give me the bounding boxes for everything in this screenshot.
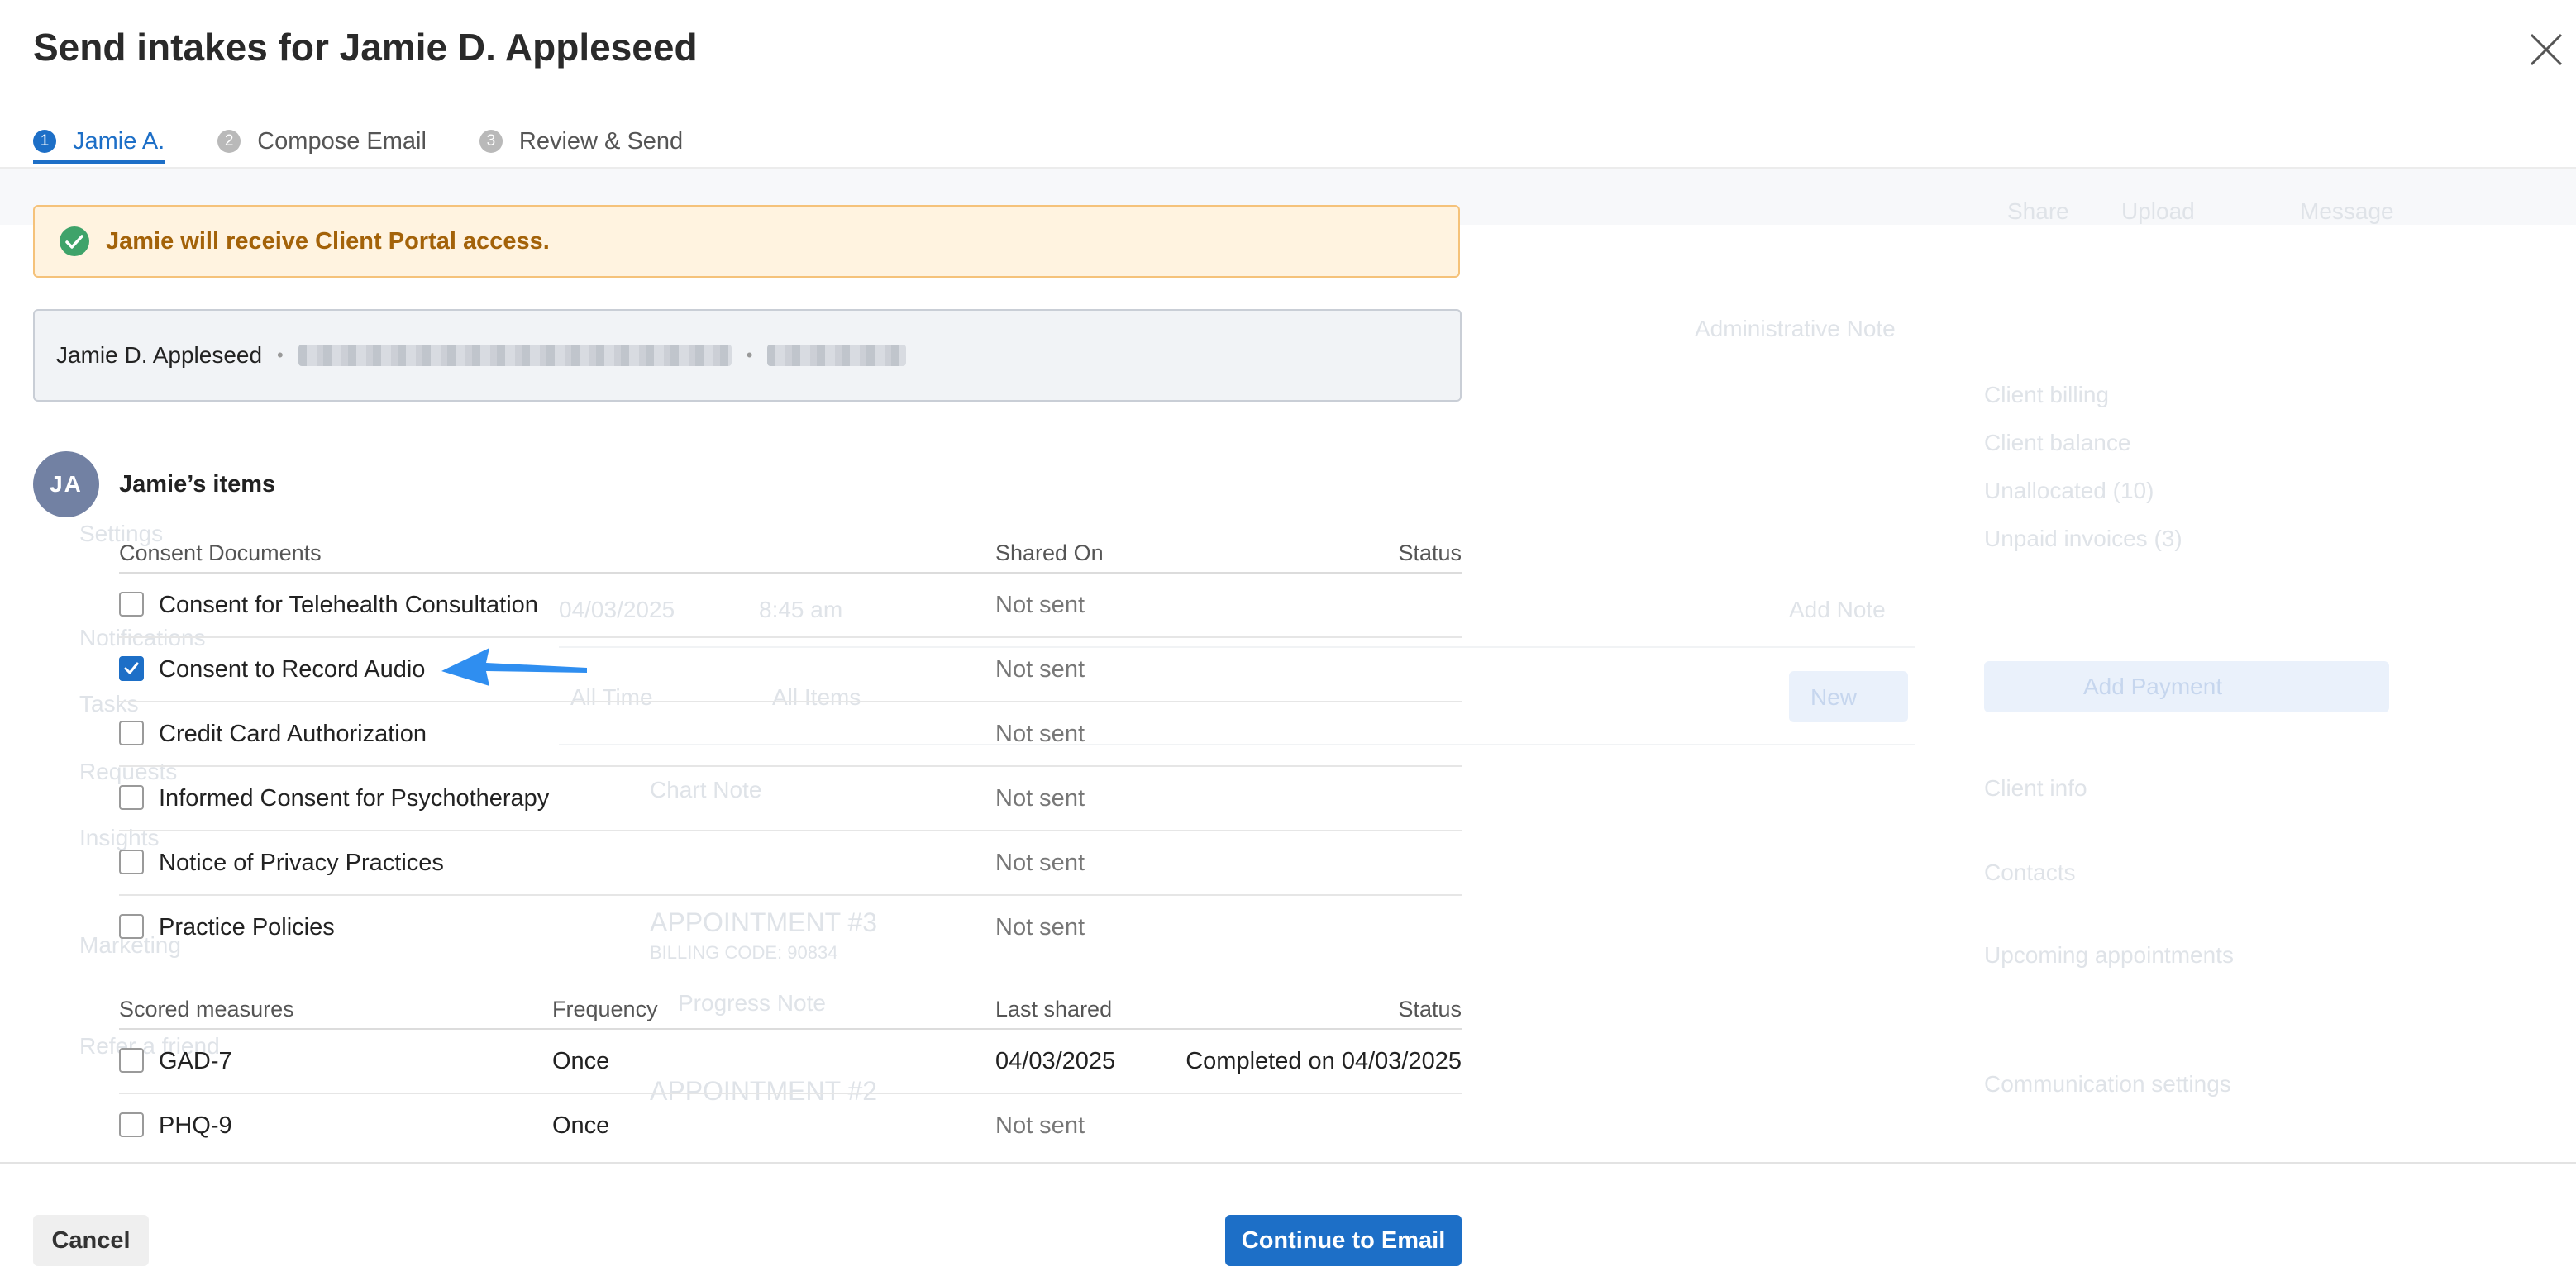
- item-label: Consent to Record Audio: [159, 656, 426, 683]
- checkbox[interactable]: [119, 1112, 144, 1137]
- frequency: Once: [552, 1112, 610, 1139]
- separator-dot: •: [746, 345, 753, 365]
- close-icon[interactable]: [2523, 26, 2569, 73]
- modal-title: Send intakes for Jamie D. Appleseed: [33, 26, 698, 69]
- footer-divider: [0, 1162, 2576, 1164]
- portal-access-alert: Jamie will receive Client Portal access.: [33, 205, 1460, 278]
- shared-on: Not sent: [995, 914, 1085, 941]
- avatar: JA: [33, 451, 99, 517]
- checkbox[interactable]: [119, 914, 144, 939]
- table-row[interactable]: Consent for Telehealth Consultation Not …: [119, 574, 1462, 638]
- items-title: Jamie’s items: [119, 471, 276, 498]
- checkbox[interactable]: [119, 592, 144, 617]
- shared-on: Not sent: [995, 592, 1085, 618]
- step-client[interactable]: 1 Jamie A.: [33, 122, 165, 164]
- redacted-email: [298, 345, 732, 366]
- checkbox[interactable]: [119, 850, 144, 874]
- table-row[interactable]: PHQ-9 Once Not sent: [119, 1094, 1462, 1157]
- step-label: Compose Email: [257, 127, 427, 155]
- table-row[interactable]: Credit Card Authorization Not sent: [119, 702, 1462, 767]
- table-row[interactable]: Consent to Record Audio Not sent: [119, 638, 1462, 702]
- check-circle-icon: [60, 226, 89, 256]
- checkbox[interactable]: [119, 785, 144, 810]
- step-number: 3: [479, 130, 503, 153]
- item-label: Notice of Privacy Practices: [159, 850, 444, 876]
- header-status: Status: [1398, 540, 1462, 565]
- checkbox[interactable]: [119, 656, 144, 681]
- last-shared: Not sent: [995, 1112, 1085, 1139]
- separator-dot: •: [277, 345, 284, 365]
- step-compose-email[interactable]: 2 Compose Email: [217, 122, 427, 160]
- shared-on: Not sent: [995, 850, 1085, 876]
- header-scored-measures: Scored measures: [119, 997, 294, 1021]
- stepper: 1 Jamie A. 2 Compose Email 3 Review & Se…: [33, 122, 736, 167]
- shared-on: Not sent: [995, 656, 1085, 683]
- client-summary: Jamie D. Appleseed • •: [33, 309, 1462, 402]
- alert-text: Jamie will receive Client Portal access.: [106, 227, 550, 255]
- shared-on: Not sent: [995, 721, 1085, 747]
- step-review-send[interactable]: 3 Review & Send: [479, 122, 683, 160]
- table-row[interactable]: Notice of Privacy Practices Not sent: [119, 831, 1462, 896]
- header-consent-documents: Consent Documents: [119, 540, 322, 565]
- step-number: 2: [217, 130, 241, 153]
- checkbox[interactable]: [119, 721, 144, 745]
- consent-documents-table: Consent Documents Shared On Status Conse…: [119, 537, 1462, 959]
- redacted-phone: [767, 345, 907, 366]
- status: Completed on 04/03/2025: [1185, 1048, 1462, 1074]
- table-header: Scored measures Frequency Last shared St…: [119, 993, 1462, 1030]
- item-label: PHQ-9: [159, 1112, 232, 1139]
- step-number: 1: [33, 130, 56, 153]
- cancel-button[interactable]: Cancel: [33, 1215, 149, 1266]
- header-shared-on: Shared On: [995, 540, 1104, 565]
- table-row[interactable]: GAD-7 Once 04/03/2025 Completed on 04/03…: [119, 1030, 1462, 1094]
- header-frequency: Frequency: [552, 997, 658, 1021]
- header-last-shared: Last shared: [995, 997, 1113, 1021]
- table-row[interactable]: Practice Policies Not sent: [119, 896, 1462, 959]
- item-label: Consent for Telehealth Consultation: [159, 592, 538, 618]
- step-label: Review & Send: [518, 127, 684, 155]
- step-label: Jamie A.: [73, 127, 165, 155]
- checkbox[interactable]: [119, 1048, 144, 1073]
- table-header: Consent Documents Shared On Status: [119, 537, 1462, 574]
- item-label: Informed Consent for Psychotherapy: [159, 785, 550, 812]
- header-status: Status: [1398, 997, 1462, 1021]
- table-row[interactable]: Informed Consent for Psychotherapy Not s…: [119, 767, 1462, 831]
- last-shared: 04/03/2025: [995, 1048, 1116, 1074]
- send-intakes-modal: Send intakes for Jamie D. Appleseed 1 Ja…: [0, 0, 2576, 1281]
- frequency: Once: [552, 1048, 610, 1074]
- item-label: Practice Policies: [159, 914, 335, 941]
- item-label: GAD-7: [159, 1048, 232, 1074]
- scored-measures-table: Scored measures Frequency Last shared St…: [119, 993, 1462, 1157]
- continue-to-email-button[interactable]: Continue to Email: [1225, 1215, 1462, 1266]
- pointer-arrow-icon: [441, 648, 587, 686]
- client-name: Jamie D. Appleseed: [56, 342, 263, 368]
- stepper-divider: [0, 167, 2576, 169]
- shared-on: Not sent: [995, 785, 1085, 812]
- item-label: Credit Card Authorization: [159, 721, 427, 747]
- checkmark-icon: [124, 662, 139, 674]
